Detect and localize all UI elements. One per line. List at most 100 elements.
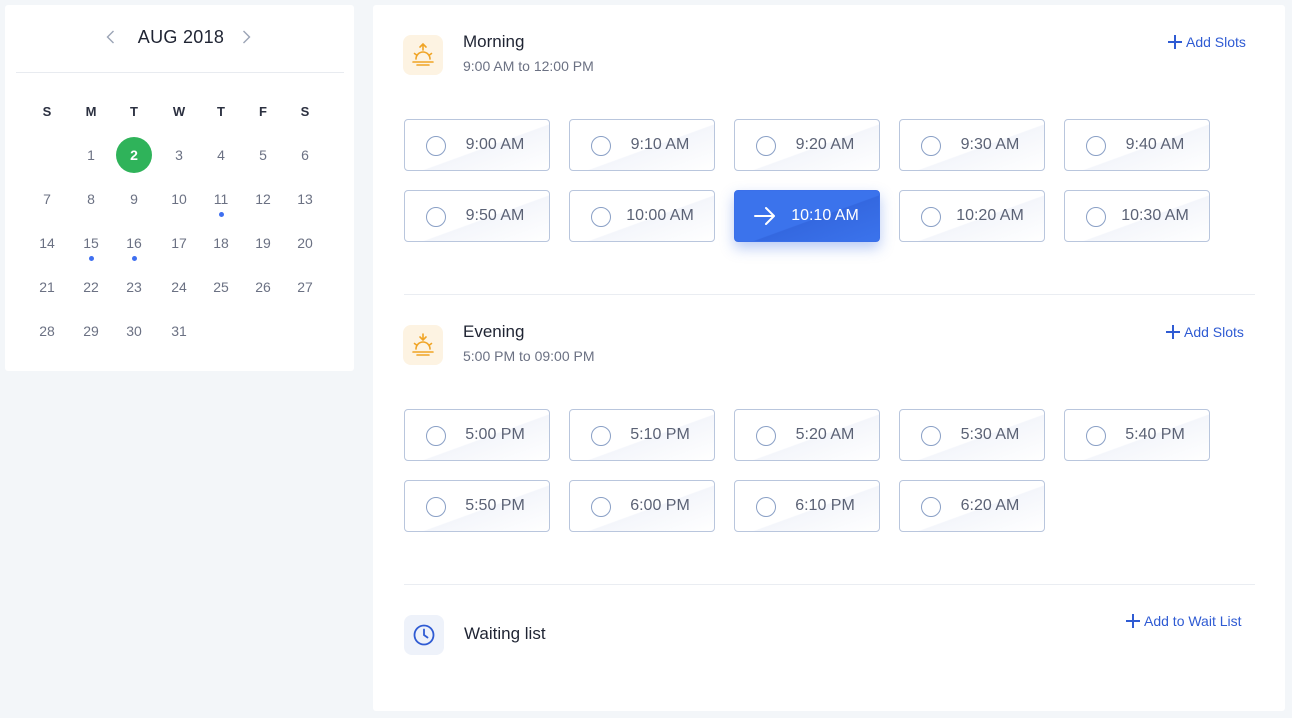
calendar-day-number: 19 [255,235,271,251]
time-slot[interactable]: 9:40 AM [1064,119,1210,171]
time-slot[interactable]: 9:30 AM [899,119,1045,171]
calendar-day[interactable]: 3 [159,137,199,173]
calendar-day[interactable]: 16 [114,225,154,261]
time-slot[interactable]: 10:00 AM [569,190,715,242]
calendar-day-number: 8 [87,191,95,207]
calendar-day[interactable]: 20 [285,225,325,261]
section-divider [404,584,1255,585]
time-slot-selected[interactable]: 10:10 AM [734,190,880,242]
time-slot[interactable]: 6:10 PM [734,480,880,532]
time-slot[interactable]: 9:10 AM [569,119,715,171]
section-divider [404,294,1255,295]
calendar-day-number: 15 [83,235,99,251]
time-slot-label: 10:10 AM [791,207,859,224]
plus-icon [1126,614,1140,628]
clock-icon [404,615,444,655]
time-slot[interactable]: 5:50 PM [404,480,550,532]
time-slot[interactable]: 6:00 PM [569,480,715,532]
time-slot[interactable]: 5:40 PM [1064,409,1210,461]
time-slot-label: 5:00 PM [465,426,525,443]
calendar-day[interactable]: 19 [243,225,283,261]
calendar-day[interactable]: 7 [27,181,67,217]
calendar-day[interactable]: 6 [285,137,325,173]
calendar-day-number: 7 [43,191,51,207]
calendar-day-number: 5 [259,147,267,163]
chevron-right-icon[interactable] [238,27,254,47]
calendar-day[interactable]: 17 [159,225,199,261]
calendar-day[interactable]: 18 [201,225,241,261]
morning-add-slots-link[interactable]: Add Slots [1168,34,1246,50]
weekday-label: S [300,103,310,119]
time-slot-label: 10:20 AM [956,207,1024,224]
calendar-day-number: 16 [126,235,142,251]
calendar-day[interactable]: 9 [114,181,154,217]
calendar-day[interactable]: 1 [71,137,111,173]
calendar-day[interactable]: 15 [71,225,111,261]
time-slot-label: 5:10 PM [630,426,690,443]
calendar-day[interactable]: 22 [71,269,111,305]
calendar-day[interactable]: 10 [159,181,199,217]
evening-title: Evening [463,322,525,341]
event-marker-dot [88,256,94,261]
add-to-wait-list-link[interactable]: Add to Wait List [1126,613,1242,629]
calendar-day[interactable]: 14 [27,225,67,261]
calendar-day[interactable]: 8 [71,181,111,217]
time-slot-label: 6:00 PM [630,497,690,514]
time-slot-label: 9:40 AM [1125,136,1185,153]
time-slot[interactable]: 5:10 PM [569,409,715,461]
calendar-day-number: 13 [297,191,313,207]
radio-circle-icon [921,426,941,446]
slots-panel: Morning 9:00 AM to 12:00 PM Add Slots 9:… [373,5,1285,711]
time-slot[interactable]: 10:20 AM [899,190,1045,242]
radio-circle-icon [921,497,941,517]
calendar-day[interactable]: 11 [201,181,241,217]
waiting-list-title: Waiting list [464,624,546,643]
calendar-day-number: 18 [213,235,229,251]
event-marker-dot [218,212,224,217]
morning-time-range: 9:00 AM to 12:00 PM [463,58,594,74]
calendar-day[interactable]: 23 [114,269,154,305]
calendar-day[interactable]: 28 [27,313,67,349]
calendar-day[interactable]: 5 [243,137,283,173]
calendar-month-label: AUG 2018 [137,27,225,47]
time-slot[interactable]: 6:20 AM [899,480,1045,532]
evening-time-range: 5:00 PM to 09:00 PM [463,348,595,364]
radio-circle-icon [426,426,446,446]
evening-add-slots-link[interactable]: Add Slots [1166,324,1244,340]
calendar-day-number: 29 [83,323,99,339]
time-slot[interactable]: 9:50 AM [404,190,550,242]
radio-circle-icon [426,207,446,227]
calendar-day[interactable]: 25 [201,269,241,305]
calendar-day[interactable]: 26 [243,269,283,305]
calendar-day-selected[interactable]: 2 [114,137,154,173]
calendar-day[interactable]: 29 [71,313,111,349]
sunrise-icon [403,35,443,75]
calendar-day[interactable]: 31 [159,313,199,349]
calendar-day[interactable]: 4 [201,137,241,173]
calendar-header: AUG 2018 [16,5,344,73]
calendar-day[interactable]: 24 [159,269,199,305]
calendar-day-number: 24 [171,279,187,295]
calendar-day[interactable]: 12 [243,181,283,217]
radio-circle-icon [591,497,611,517]
radio-circle-icon [921,207,941,227]
calendar-day[interactable]: 27 [285,269,325,305]
calendar-day-number: 17 [171,235,187,251]
time-slot[interactable]: 9:20 AM [734,119,880,171]
time-slot[interactable]: 5:30 AM [899,409,1045,461]
calendar-day[interactable]: 21 [27,269,67,305]
calendar-day[interactable]: 13 [285,181,325,217]
weekday-label: M [85,103,97,119]
time-slot[interactable]: 9:00 AM [404,119,550,171]
calendar-day-number: 1 [87,147,95,163]
time-slot[interactable]: 5:20 AM [734,409,880,461]
calendar-day-number: 31 [171,323,187,339]
time-slot[interactable]: 5:00 PM [404,409,550,461]
calendar-day[interactable]: 30 [114,313,154,349]
weekday-label: T [217,103,225,119]
calendar-day-number: 11 [213,191,229,207]
radio-circle-icon [591,426,611,446]
calendar-day-number: 22 [83,279,99,295]
time-slot[interactable]: 10:30 AM [1064,190,1210,242]
morning-title: Morning [463,32,525,51]
